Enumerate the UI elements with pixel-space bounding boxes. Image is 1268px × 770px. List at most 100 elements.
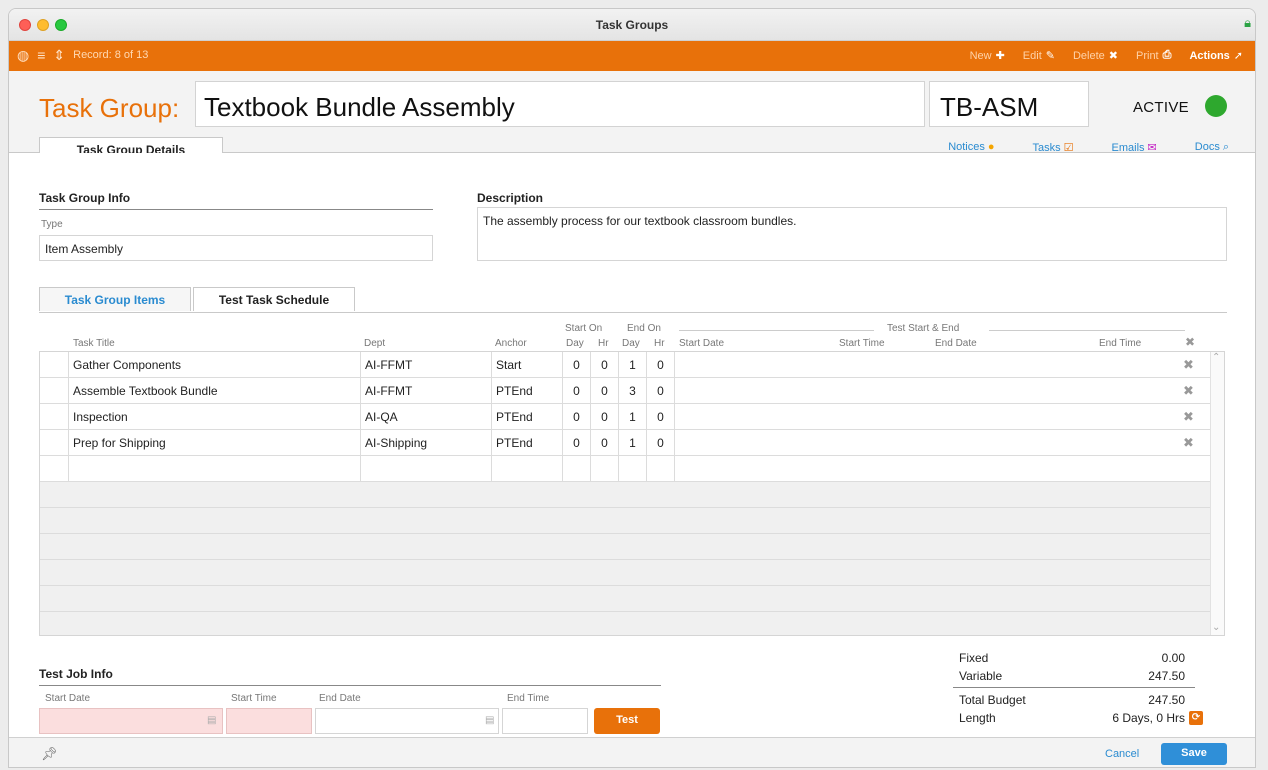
test-end-time-field[interactable]	[502, 708, 588, 734]
test-end-date-field[interactable]	[315, 708, 499, 734]
actions-button[interactable]: Actions ➚	[1189, 49, 1243, 63]
anchor-cell[interactable]: PTEnd	[492, 378, 563, 403]
start-day-cell[interactable]: 0	[563, 352, 591, 377]
chevron-up-icon[interactable]: ⌃	[1212, 352, 1220, 363]
end-day-cell[interactable]	[619, 456, 647, 481]
dept-cell[interactable]: AI-FFMT	[361, 352, 492, 377]
end-hr-cell[interactable]: 0	[647, 378, 675, 403]
row-handle[interactable]	[40, 352, 69, 377]
task-group-name-field[interactable]: Textbook Bundle Assembly	[195, 81, 925, 127]
task-title-cell[interactable]	[69, 456, 361, 481]
dept-cell[interactable]	[361, 456, 492, 481]
empty-row	[40, 612, 1210, 635]
test-start-time-label: Start Time	[231, 693, 277, 704]
row-handle[interactable]	[40, 378, 69, 403]
test-start-date-field[interactable]	[39, 708, 223, 734]
task-title-cell[interactable]: Prep for Shipping	[69, 430, 361, 455]
lock-icon: 🔒︎	[1244, 15, 1251, 30]
record-stepper-icon[interactable]: ⇕	[53, 48, 65, 62]
start-hr-cell[interactable]: 0	[591, 378, 619, 403]
start-day-cell[interactable]: 0	[563, 430, 591, 455]
anchor-cell[interactable]: PTEnd	[492, 404, 563, 429]
end-hr-cell[interactable]	[647, 456, 675, 481]
app-window: Task Groups 🔒︎ ◍ ≡ ⇕ Record: 8 of 13 New…	[8, 8, 1256, 768]
globe-icon[interactable]: ◍	[17, 48, 29, 62]
delete-x-icon: ✖	[1108, 50, 1118, 62]
row-handle[interactable]	[40, 404, 69, 429]
new-label: New	[969, 49, 992, 62]
end-day-cell[interactable]: 1	[619, 352, 647, 377]
clear-all-icon[interactable]: ✖	[1185, 335, 1195, 349]
table-row[interactable]: Assemble Textbook Bundle AI-FFMT PTEnd 0…	[40, 378, 1210, 404]
start-hr-cell[interactable]	[591, 456, 619, 481]
row-handle[interactable]	[40, 456, 69, 481]
row-handle[interactable]	[40, 430, 69, 455]
delete-row-icon[interactable]: ✖	[1183, 357, 1194, 373]
anchor-cell[interactable]: Start	[492, 352, 563, 377]
list-icon[interactable]: ≡	[37, 48, 45, 62]
tab-test-task-schedule[interactable]: Test Task Schedule	[193, 287, 355, 311]
task-title-cell[interactable]: Assemble Textbook Bundle	[69, 378, 361, 403]
new-button[interactable]: New ✚	[969, 49, 1005, 63]
start-day-cell[interactable]	[563, 456, 591, 481]
status-indicator-icon[interactable]	[1205, 95, 1227, 117]
dept-cell[interactable]: AI-QA	[361, 404, 492, 429]
grid-scrollbar[interactable]	[1210, 352, 1224, 635]
end-day-cell[interactable]: 3	[619, 378, 647, 403]
empty-row	[40, 534, 1210, 560]
start-day-cell[interactable]: 0	[563, 404, 591, 429]
chevron-down-icon[interactable]: ⌄	[1212, 622, 1220, 633]
start-day-cell[interactable]: 0	[563, 378, 591, 403]
tab-task-group-items[interactable]: Task Group Items	[39, 287, 191, 311]
end-day-cell[interactable]: 1	[619, 430, 647, 455]
type-field[interactable]: Item Assembly	[39, 235, 433, 261]
task-group-code-field[interactable]: TB-ASM	[929, 81, 1089, 127]
start-hr-cell[interactable]: 0	[591, 430, 619, 455]
start-hr-cell[interactable]: 0	[591, 404, 619, 429]
end-date-header: End Date	[935, 338, 977, 349]
cancel-button[interactable]: Cancel	[1105, 748, 1139, 760]
task-title-cell[interactable]: Inspection	[69, 404, 361, 429]
task-schedule-grid: Gather Components AI-FFMT Start 0 0 1 0 …	[39, 351, 1225, 636]
delete-row-icon[interactable]: ✖	[1183, 383, 1194, 399]
table-row[interactable]: Gather Components AI-FFMT Start 0 0 1 0 …	[40, 352, 1210, 378]
docs-label: Docs	[1194, 141, 1220, 153]
warning-icon: ●	[987, 141, 995, 153]
table-row[interactable]: Prep for Shipping AI-Shipping PTEnd 0 0 …	[40, 430, 1210, 456]
end-day-cell[interactable]: 1	[619, 404, 647, 429]
delete-button[interactable]: Delete ✖	[1072, 49, 1118, 63]
new-row[interactable]	[40, 456, 1210, 482]
record-type-label: Task Group:	[39, 93, 180, 123]
test-range-rule-left	[679, 330, 874, 331]
table-row[interactable]: Inspection AI-QA PTEnd 0 0 1 0 ✖	[40, 404, 1210, 430]
task-title-cell[interactable]: Gather Components	[69, 352, 361, 377]
record-header: Task Group: Textbook Bundle Assembly TB-…	[9, 71, 1255, 161]
edit-button[interactable]: Edit ✎	[1022, 49, 1055, 63]
edit-label: Edit	[1022, 49, 1042, 62]
test-button[interactable]: Test	[594, 708, 660, 734]
start-time-header: Start Time	[839, 338, 885, 349]
save-button[interactable]: Save	[1161, 743, 1227, 765]
actions-label: Actions	[1189, 49, 1230, 62]
delete-label: Delete	[1072, 49, 1105, 62]
anchor-cell[interactable]	[492, 456, 563, 481]
start-day-header: Day	[566, 338, 584, 349]
recalculate-icon[interactable]: ⟳	[1189, 711, 1203, 725]
test-start-time-field[interactable]	[226, 708, 312, 734]
start-hr-cell[interactable]: 0	[591, 352, 619, 377]
print-button[interactable]: Print ⎙	[1136, 49, 1171, 62]
calendar-icon[interactable]: ▤	[207, 715, 216, 726]
dept-cell[interactable]: AI-Shipping	[361, 430, 492, 455]
dept-cell[interactable]: AI-FFMT	[361, 378, 492, 403]
calendar-icon[interactable]: ▤	[485, 715, 494, 726]
record-toolbar: ◍ ≡ ⇕ Record: 8 of 13 New ✚ Edit ✎ Delet…	[9, 41, 1255, 71]
delete-row-icon[interactable]: ✖	[1183, 409, 1194, 425]
end-hr-cell[interactable]: 0	[647, 352, 675, 377]
description-field[interactable]: The assembly process for our textbook cl…	[477, 207, 1227, 261]
end-hr-cell[interactable]: 0	[647, 404, 675, 429]
anchor-cell[interactable]: PTEnd	[492, 430, 563, 455]
start-hr-header: Hr	[598, 338, 609, 349]
end-hr-cell[interactable]: 0	[647, 430, 675, 455]
pin-icon[interactable]: 📌︎	[41, 746, 58, 762]
delete-row-icon[interactable]: ✖	[1183, 435, 1194, 451]
